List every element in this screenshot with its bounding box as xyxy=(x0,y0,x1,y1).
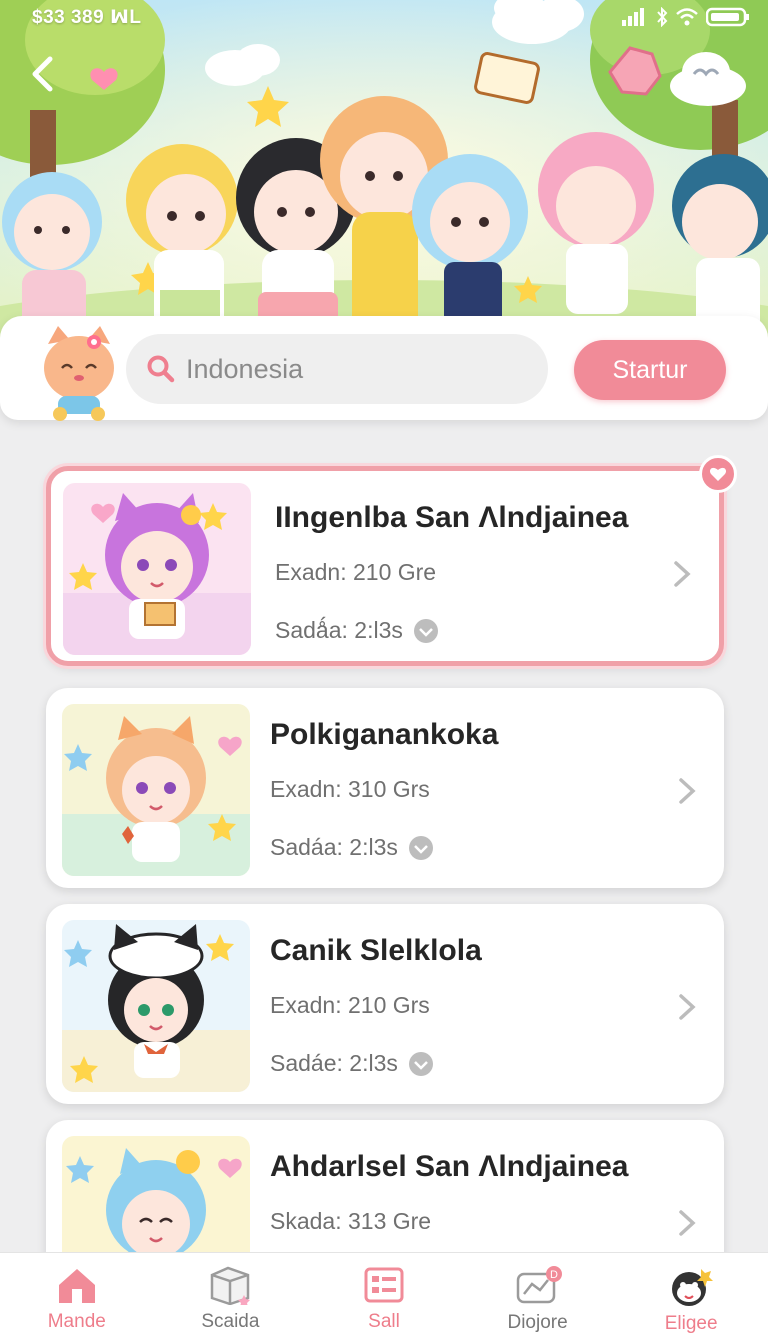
nav-item-list[interactable]: Sall xyxy=(314,1253,454,1344)
chevron-down-circle-icon[interactable] xyxy=(408,1051,434,1077)
card-title: Ahdarlsel San Λlndjainea xyxy=(270,1150,629,1183)
result-list: IIngenlba San Λlndjainea Exadn: 210 Gre … xyxy=(0,440,768,1252)
chevron-right-icon xyxy=(674,561,691,587)
list-icon xyxy=(364,1267,404,1302)
card-time: Sadáe: 2:l3s xyxy=(270,1050,434,1077)
nav-label: Eligee xyxy=(664,1312,718,1334)
bottom-nav: Mande Scaida Sall D Diojore Eligee xyxy=(0,1252,768,1344)
card-title: Polkiganankoka xyxy=(270,718,499,751)
search-box[interactable] xyxy=(126,334,548,404)
chevron-down-circle-icon[interactable] xyxy=(408,835,434,861)
search-input[interactable] xyxy=(186,353,526,385)
svg-text:D: D xyxy=(550,1269,558,1281)
nav-item-box[interactable]: Scaida xyxy=(160,1253,300,1344)
list-item[interactable]: Polkiganankoka Exadn: 310 Grs Sadáa: 2:l… xyxy=(46,688,724,888)
box-icon xyxy=(211,1266,251,1305)
nav-item-route[interactable]: D Diojore xyxy=(468,1253,608,1344)
signal-icon xyxy=(622,8,644,26)
status-bar: $33 389 ꟽL xyxy=(0,0,768,34)
nav-item-home[interactable]: Mande xyxy=(7,1253,147,1344)
status-time: $33 389 ꟽL xyxy=(32,6,142,28)
bluetooth-icon xyxy=(657,7,668,27)
mascot-icon xyxy=(672,1268,714,1306)
status-icons xyxy=(622,7,750,27)
chevron-left-icon xyxy=(32,56,53,92)
favorite-badge[interactable] xyxy=(699,455,737,493)
chibi-character-image xyxy=(63,483,251,655)
card-time-label: Sadǻa: 2:l3s xyxy=(275,617,403,643)
start-button[interactable]: Startur xyxy=(574,340,726,400)
hero-banner: $33 389 ꟽL xyxy=(0,0,768,340)
card-time-label: Sadáa: 2:l3s xyxy=(270,834,398,860)
nav-label: Scaida xyxy=(201,1310,260,1332)
battery-icon xyxy=(706,7,749,27)
card-thumbnail xyxy=(62,704,250,876)
card-detail: Exadn: 210 Grs xyxy=(270,992,430,1018)
card-time: Sadǻa: 2:l3s xyxy=(275,617,439,644)
card-detail: Exadn: 310 Grs xyxy=(270,776,430,802)
nav-item-mascot[interactable]: Eligee xyxy=(621,1253,761,1344)
cat-mascot-icon xyxy=(44,326,114,421)
heart-icon xyxy=(709,467,727,481)
cloud-chat-button[interactable] xyxy=(666,48,750,108)
wifi-icon xyxy=(676,8,698,26)
nav-label: Mande xyxy=(47,1310,106,1332)
home-icon xyxy=(58,1268,95,1303)
card-thumbnail xyxy=(63,483,251,655)
card-thumbnail xyxy=(62,1136,250,1252)
list-item[interactable]: Canik Slelklola Exadn: 210 Grs Sadáe: 2:… xyxy=(46,904,724,1104)
nav-label: Sall xyxy=(368,1310,400,1332)
search-panel: Startur xyxy=(0,316,768,421)
hero-illustration xyxy=(0,0,768,340)
chibi-character-image xyxy=(62,1136,250,1252)
card-title: IIngenlba San Λlndjainea xyxy=(275,501,629,534)
chevron-right-icon xyxy=(679,1210,696,1236)
chevron-down-circle-icon[interactable] xyxy=(413,618,439,644)
list-item[interactable]: IIngenlba San Λlndjainea Exadn: 210 Gre … xyxy=(46,455,737,666)
chibi-character-image xyxy=(62,704,250,876)
chevron-right-icon xyxy=(679,778,696,804)
card-detail: Exadn: 210 Gre xyxy=(275,559,437,585)
card-detail: Skada: 313 Gre xyxy=(270,1208,432,1234)
card-title: Canik Slelklola xyxy=(270,934,482,967)
route-icon: D xyxy=(516,1265,562,1303)
back-button[interactable] xyxy=(22,52,62,96)
cloud-icon xyxy=(670,52,746,106)
chibi-character-image xyxy=(62,920,250,1092)
card-thumbnail xyxy=(62,920,250,1092)
search-icon xyxy=(147,355,175,383)
card-time: Sadáa: 2:l3s xyxy=(270,834,434,861)
chevron-right-icon xyxy=(679,994,696,1020)
list-item[interactable]: Ahdarlsel San Λlndjainea Skada: 313 Gre xyxy=(46,1120,724,1252)
nav-label: Diojore xyxy=(507,1311,568,1333)
card-time-label: Sadáe: 2:l3s xyxy=(270,1050,398,1076)
